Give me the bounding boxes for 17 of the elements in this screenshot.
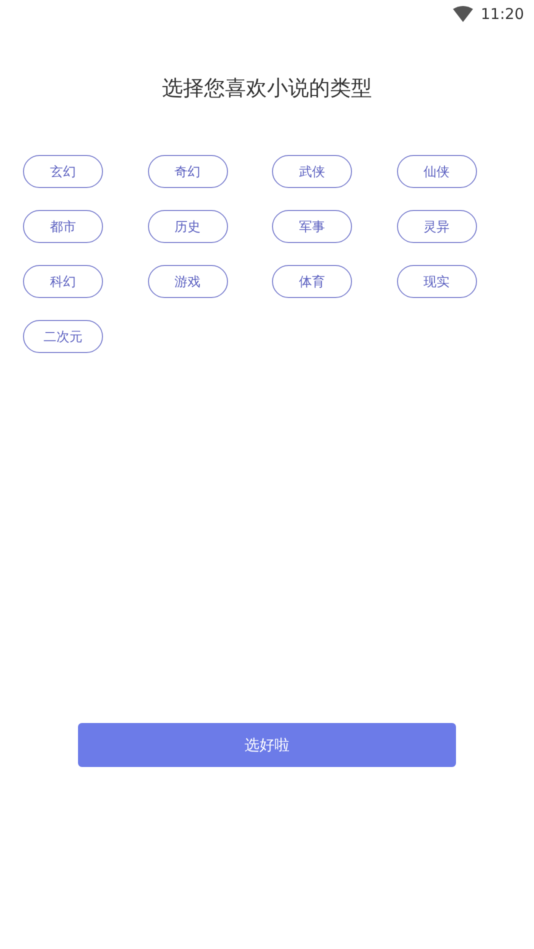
page-title: 选择您喜欢小说的类型 <box>162 75 372 102</box>
genre-chip[interactable]: 游戏 <box>148 265 228 298</box>
genre-chip[interactable]: 武侠 <box>272 155 352 188</box>
confirm-button[interactable]: 选好啦 <box>78 723 456 767</box>
genre-chip[interactable]: 仙侠 <box>396 155 476 188</box>
genre-chip[interactable]: 都市 <box>23 210 103 243</box>
genre-chip[interactable]: 科幻 <box>23 265 103 298</box>
genre-chip[interactable]: 二次元 <box>23 320 103 353</box>
genre-chip[interactable]: 灵异 <box>396 210 476 243</box>
genre-chip[interactable]: 玄幻 <box>23 155 103 188</box>
genre-chip[interactable]: 军事 <box>272 210 352 243</box>
genre-chip[interactable]: 历史 <box>148 210 228 243</box>
genre-chip[interactable]: 奇幻 <box>148 155 228 188</box>
wifi-icon <box>452 6 473 22</box>
genre-chip[interactable]: 现实 <box>396 265 476 298</box>
status-time: 11:20 <box>480 5 524 23</box>
genre-chip[interactable]: 体育 <box>272 265 352 298</box>
